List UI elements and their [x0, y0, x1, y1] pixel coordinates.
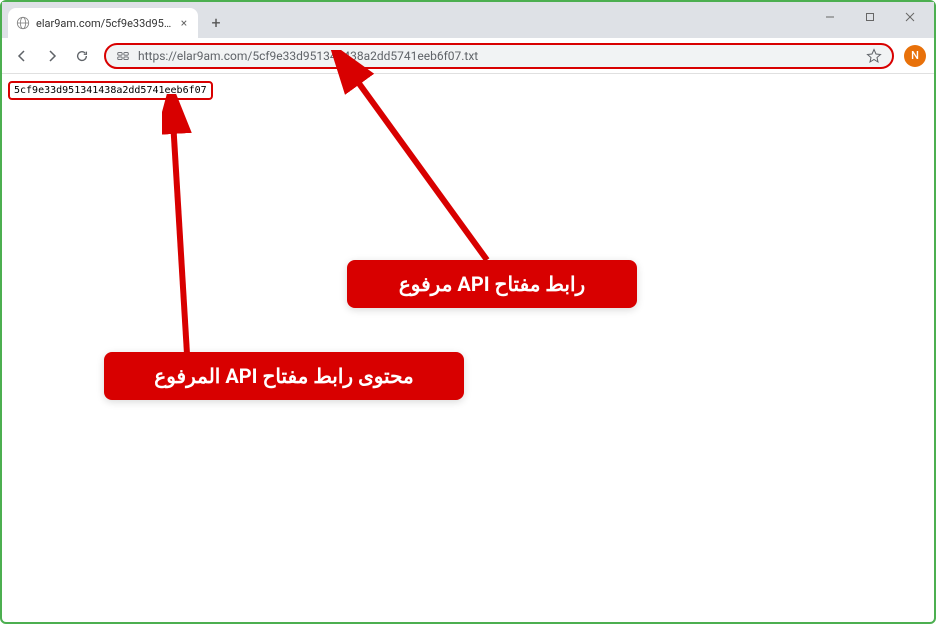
back-button[interactable]	[10, 44, 34, 68]
tab-title: elar9am.com/5cf9e33d9513414	[36, 17, 172, 30]
callout-content: محتوى رابط مفتاح API المرفوع	[104, 352, 464, 400]
bookmark-star-icon[interactable]	[866, 48, 882, 64]
arrow-to-url	[327, 50, 527, 270]
minimize-button[interactable]	[810, 2, 850, 32]
window-controls	[810, 2, 930, 32]
forward-button[interactable]	[40, 44, 64, 68]
maximize-button[interactable]	[850, 2, 890, 32]
arrow-to-content	[162, 94, 222, 364]
reload-button[interactable]	[70, 44, 94, 68]
browser-tab[interactable]: elar9am.com/5cf9e33d9513414 ×	[8, 8, 198, 38]
callout-url: رابط مفتاح API مرفوع	[347, 260, 637, 308]
close-window-button[interactable]	[890, 2, 930, 32]
globe-icon	[16, 16, 30, 30]
profile-initial: N	[911, 49, 919, 62]
tab-close-button[interactable]: ×	[178, 17, 190, 29]
new-tab-button[interactable]: +	[204, 10, 228, 34]
profile-button[interactable]: N	[904, 45, 926, 67]
titlebar: elar9am.com/5cf9e33d9513414 × +	[2, 2, 934, 38]
site-settings-icon[interactable]	[116, 49, 130, 63]
